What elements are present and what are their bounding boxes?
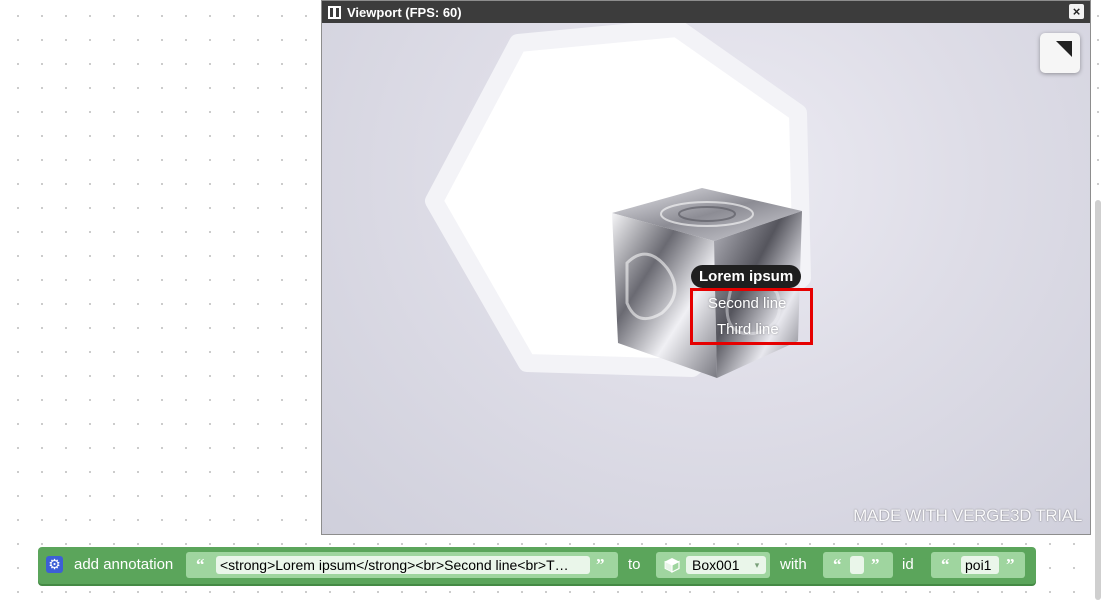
quote-open-icon: “: [941, 555, 950, 574]
cube-icon: [664, 558, 680, 573]
trial-watermark: MADE WITH VERGE3D TRIAL: [853, 506, 1082, 525]
close-button[interactable]: ×: [1069, 4, 1084, 19]
annotation-title[interactable]: Lorem ipsum: [691, 265, 802, 288]
block-label: add annotation: [74, 556, 174, 573]
input-notch: [180, 558, 184, 570]
text-input[interactable]: <strong>Lorem ipsum</strong><br>Second l…: [216, 556, 590, 574]
input-notch: [925, 558, 929, 570]
quote-open-icon: “: [833, 555, 842, 574]
fullscreen-button[interactable]: [1040, 33, 1080, 73]
gear-icon[interactable]: ⚙: [46, 556, 63, 573]
object-slot[interactable]: Box001 ▾: [656, 552, 770, 578]
id-label: id: [902, 556, 914, 573]
to-label: to: [628, 556, 641, 573]
3d-scene[interactable]: Lorem ipsum Second line Third line MADE …: [322, 23, 1090, 534]
viewport-window: Viewport (FPS: 60) × Lorem ipsum Second …: [321, 0, 1091, 535]
workspace-scrollbar[interactable]: [1095, 200, 1101, 600]
highlight-box: [690, 288, 813, 345]
add-annotation-block[interactable]: ⚙ add annotation “ <strong>Lorem ipsum</…: [38, 547, 1036, 584]
id-input[interactable]: poi1: [961, 556, 999, 574]
viewport-titlebar[interactable]: Viewport (FPS: 60) ×: [322, 1, 1090, 23]
input-notch: [817, 558, 821, 570]
quote-close-icon: ”: [1006, 555, 1015, 574]
input-notch: [650, 558, 654, 570]
chevron-down-icon[interactable]: ▾: [750, 556, 764, 574]
with-slot[interactable]: “ ”: [823, 552, 893, 578]
with-label: with: [780, 556, 807, 573]
quote-open-icon: “: [196, 555, 205, 574]
with-input[interactable]: [850, 556, 864, 574]
viewport-title: Viewport (FPS: 60): [347, 4, 462, 20]
id-slot[interactable]: “ poi1 ”: [931, 552, 1025, 578]
text-slot[interactable]: “ <strong>Lorem ipsum</strong><br>Second…: [186, 552, 618, 578]
pause-icon[interactable]: [328, 5, 341, 19]
quote-close-icon: ”: [596, 555, 605, 574]
quote-close-icon: ”: [871, 555, 880, 574]
